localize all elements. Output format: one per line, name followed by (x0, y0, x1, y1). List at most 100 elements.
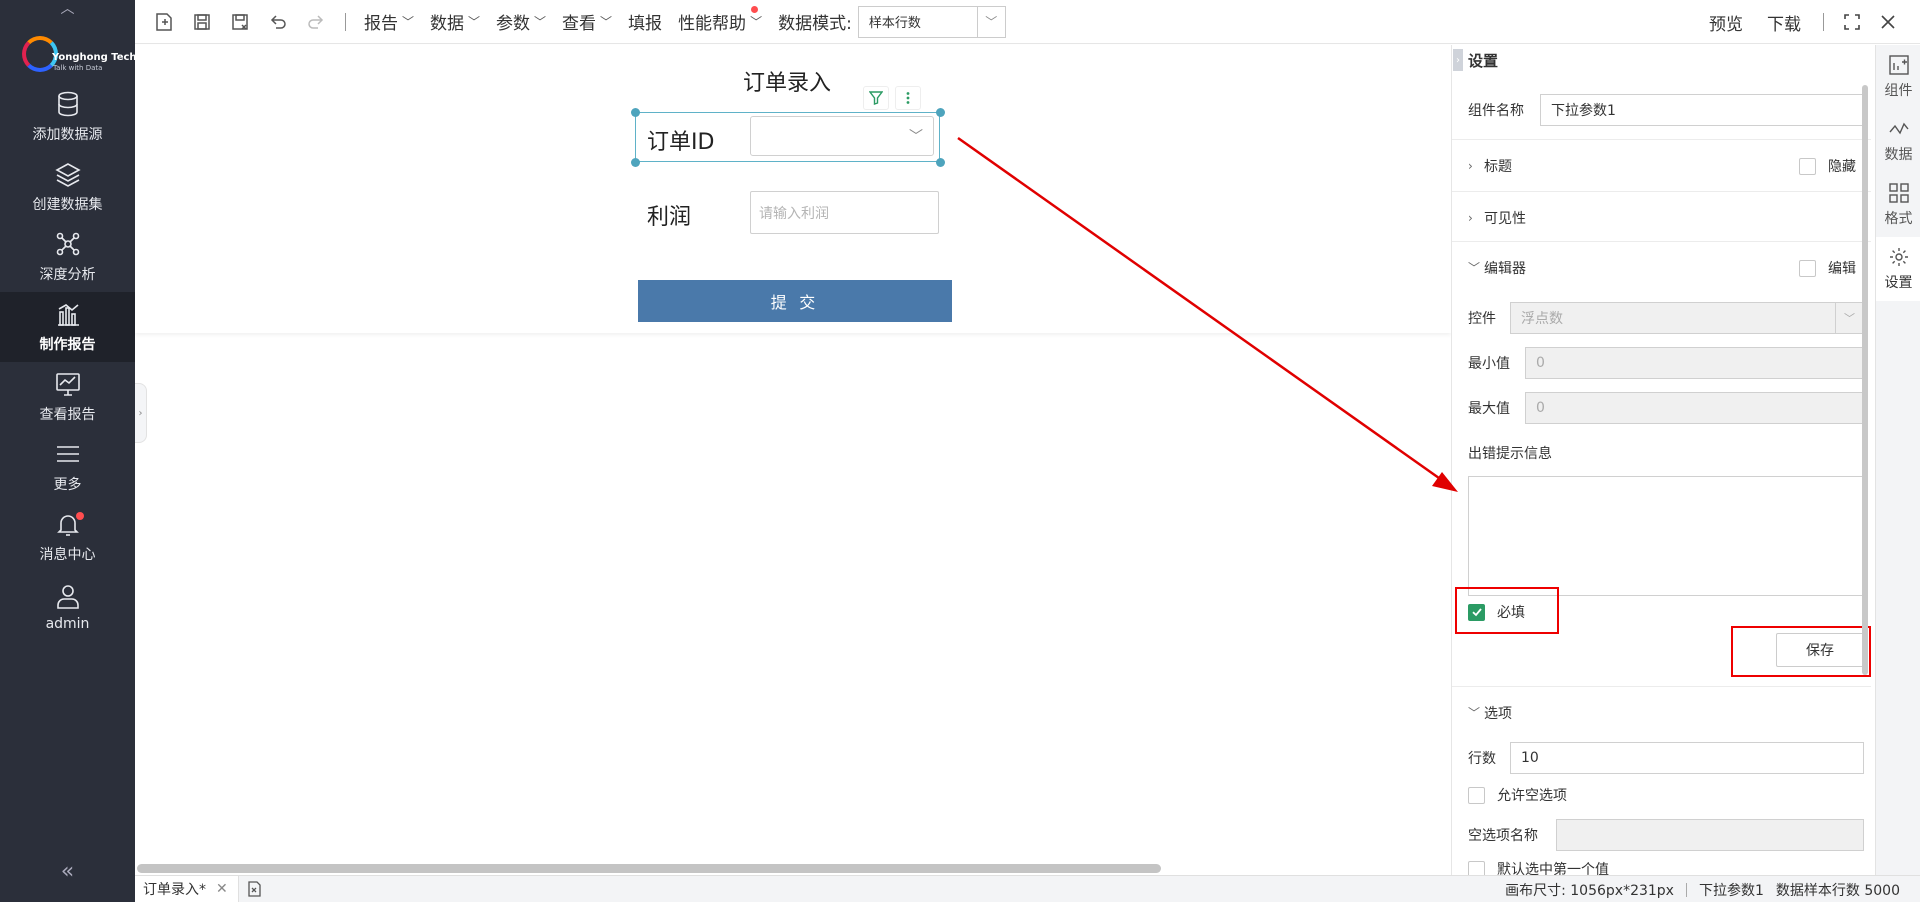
control-row: 控件 浮点数 ﹀ (1468, 302, 1864, 334)
collapse-panel-icon[interactable]: › (1453, 49, 1463, 71)
new-report-icon[interactable] (145, 0, 183, 44)
layers-icon (54, 163, 81, 187)
toolbar-right: 预览 下载 (1697, 0, 1920, 44)
highlight-box-required (1455, 587, 1559, 634)
toolbar-divider (1823, 13, 1824, 31)
control-select[interactable]: 浮点数 ﹀ (1510, 302, 1864, 334)
nav-item-make-report[interactable]: 制作报告 (0, 292, 135, 362)
tab-component[interactable]: 组件 (1876, 45, 1920, 109)
section-editor[interactable]: ﹀ 编辑器 编辑 (1452, 241, 1871, 293)
close-tab-icon[interactable]: ✕ (216, 881, 228, 897)
save-as-icon[interactable] (221, 0, 259, 44)
edit-checkbox[interactable] (1799, 259, 1816, 277)
tab-format[interactable]: 格式 (1876, 173, 1920, 237)
menu-icon (56, 446, 79, 462)
min-value-input[interactable]: 0 (1525, 347, 1864, 379)
more-vertical-icon[interactable] (895, 86, 921, 110)
chevron-down-icon: ﹀ (534, 15, 547, 29)
resize-handle[interactable] (631, 158, 640, 167)
menu-params[interactable]: 参数 ﹀ (488, 0, 554, 44)
nav-item-label: 更多 (53, 477, 82, 493)
chevron-right-icon: › (1468, 158, 1473, 173)
nav-item-view-report[interactable]: 查看报告 (0, 362, 135, 432)
menu-fill[interactable]: 填报 (620, 0, 670, 44)
chevron-down-icon: ﹀ (600, 15, 613, 29)
nav-item-messages[interactable]: 消息中心 (0, 502, 135, 572)
control-value: 浮点数 (1521, 311, 1563, 327)
error-message-row: 出错提示信息 (1468, 443, 1552, 463)
menu-label: 数据 (430, 14, 465, 34)
chevron-down-icon: ﹀ (1835, 303, 1863, 333)
tab-data[interactable]: 数据 (1876, 109, 1920, 173)
download-button[interactable]: 下载 (1755, 10, 1813, 35)
nav-item-more[interactable]: 更多 (0, 432, 135, 502)
section-title-label: 标题 (1484, 158, 1512, 175)
nav-item-admin[interactable]: admin (0, 572, 135, 642)
data-mode-select[interactable]: 样本行数 ﹀ (857, 5, 1006, 38)
allow-empty-row[interactable]: 允许空选项 (1468, 785, 1567, 805)
canvas-size: 画布尺寸: 1056px*231px (1505, 882, 1674, 899)
properties-panel: › 设置 组件名称 下拉参数1 › 标题 隐藏 › 可见性 ﹀ 编辑器 编辑 控… (1451, 45, 1871, 875)
bar-chart-icon (57, 304, 79, 326)
document-tab-name: 订单录入* (143, 882, 206, 898)
horizontal-scrollbar[interactable] (137, 864, 1161, 873)
collapse-sidebar-icon[interactable]: « (0, 859, 135, 884)
resize-handle[interactable] (936, 108, 945, 117)
menu-data[interactable]: 数据 ﹀ (422, 0, 488, 44)
data-icon (1888, 122, 1909, 135)
section-options[interactable]: ﹀ 选项 (1452, 686, 1871, 738)
resize-handle[interactable] (936, 158, 945, 167)
preview-button[interactable]: 预览 (1697, 10, 1755, 35)
rows-label: 行数 (1468, 751, 1496, 767)
redo-icon[interactable] (297, 0, 335, 44)
hide-label: 隐藏 (1828, 159, 1856, 175)
undo-icon[interactable] (259, 0, 297, 44)
min-value-label: 最小值 (1468, 356, 1510, 372)
menu-label: 填报 (628, 14, 663, 34)
expand-panel-handle[interactable]: › (135, 383, 147, 443)
hide-checkbox[interactable] (1799, 157, 1816, 175)
allow-empty-checkbox[interactable] (1468, 786, 1485, 804)
submit-button[interactable]: 提 交 (638, 280, 952, 322)
selected-component: 下拉参数1 (1698, 882, 1764, 899)
collapse-up-icon[interactable]: ︿ (0, 0, 135, 17)
document-tab[interactable]: 订单录入* ✕ (135, 875, 239, 902)
section-title[interactable]: › 标题 隐藏 (1452, 139, 1871, 191)
empty-name-input[interactable] (1556, 819, 1864, 851)
user-icon (56, 585, 79, 609)
component-name-input[interactable]: 下拉参数1 (1540, 94, 1864, 126)
document-list-icon[interactable] (239, 880, 269, 898)
nav-item-create-dataset[interactable]: 创建数据集 (0, 152, 135, 222)
close-icon[interactable] (1870, 0, 1906, 44)
menu-perf-help[interactable]: 性能帮助 ﹀ (670, 0, 770, 44)
menu-report[interactable]: 报告 ﹀ (356, 0, 422, 44)
logo-tagline: Talk with Data (53, 64, 103, 72)
hide-toggle[interactable]: 隐藏 (1799, 156, 1856, 176)
filter-icon[interactable] (863, 86, 889, 110)
default-first-row[interactable]: 默认选中第一个值 (1468, 859, 1609, 875)
nav-item-add-datasource[interactable]: 添加数据源 (0, 82, 135, 152)
order-id-dropdown[interactable]: ﹀ (750, 116, 934, 156)
chevron-down-icon: ﹀ (1468, 261, 1481, 275)
max-value-input[interactable]: 0 (1525, 392, 1864, 424)
default-first-checkbox[interactable] (1468, 860, 1485, 875)
nav-item-deep-analysis[interactable]: 深度分析 (0, 222, 135, 292)
tab-label: 数据 (1884, 147, 1913, 163)
nav-item-label: 创建数据集 (32, 197, 103, 213)
component-name-value: 下拉参数1 (1551, 103, 1616, 119)
form-title: 订单录入 (743, 71, 832, 96)
profit-input[interactable] (750, 191, 939, 234)
fullscreen-icon[interactable] (1834, 0, 1870, 44)
menu-view[interactable]: 查看 ﹀ (554, 0, 620, 44)
tab-settings[interactable]: 设置 (1876, 237, 1920, 301)
rows-input[interactable]: 10 (1510, 742, 1864, 774)
section-visibility[interactable]: › 可见性 (1452, 191, 1871, 243)
resize-handle[interactable] (631, 108, 640, 117)
error-message-textarea[interactable] (1468, 476, 1866, 596)
vertical-scrollbar[interactable] (1862, 85, 1868, 675)
status-divider (1685, 882, 1687, 897)
edit-toggle[interactable]: 编辑 (1799, 258, 1856, 278)
properties-title: 设置 (1468, 51, 1499, 70)
nav-item-label: 消息中心 (39, 547, 96, 563)
save-icon[interactable] (183, 0, 221, 44)
